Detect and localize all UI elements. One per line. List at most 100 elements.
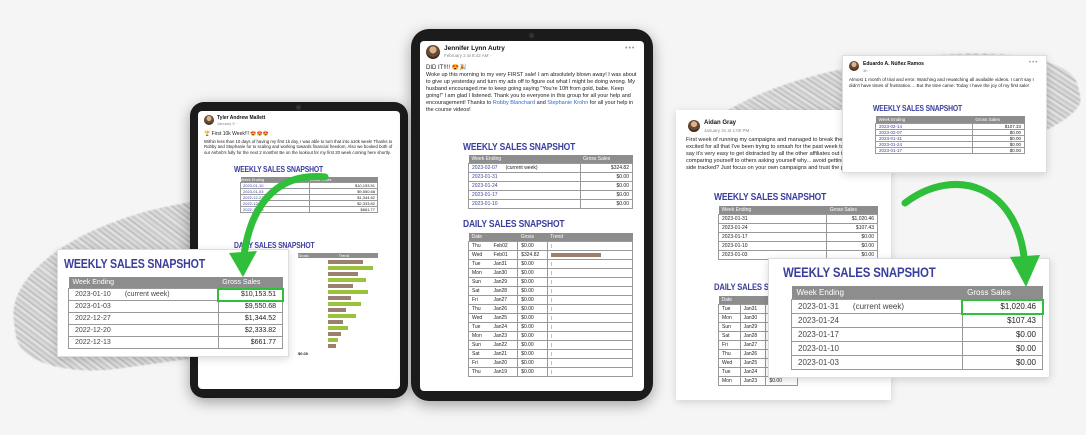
date-cell: Jan28 — [739, 331, 767, 341]
gross-sales-cell: $0.00 — [579, 172, 634, 182]
day-cell: Tue — [468, 259, 491, 269]
gross-cell: $0.00 — [517, 277, 548, 287]
post-text: Woke up this morning to my very FIRST sa… — [426, 72, 637, 114]
trend-bar — [328, 331, 341, 336]
daily-row: Sat Jan28 $0.00 — [468, 286, 634, 296]
trend-cell — [546, 367, 634, 377]
day-cell: Thu — [468, 304, 491, 314]
week-ending-cell: 2023-01-17 — [717, 232, 828, 242]
col-trend: Trend — [547, 233, 633, 242]
date-cell: Jan19 — [490, 367, 519, 377]
center-tablet: Jennifer Lynn Autry February 2 at 8:42 A… — [411, 29, 653, 401]
day-cell: Mon — [718, 313, 741, 323]
date-cell: Jan27 — [490, 295, 519, 305]
more-options-icon[interactable]: ••• — [1029, 60, 1038, 66]
right-zoom-card: WEEKLY SALES SNAPSHOT Week Ending Gross … — [768, 258, 1050, 378]
table-row: 2023-01-17 $0.00 — [468, 190, 634, 200]
day-cell: Sat — [468, 286, 491, 296]
trend-bar — [550, 261, 552, 266]
table-row: 2023-01-31 $1,020.46 — [717, 214, 878, 224]
gross-sales-cell: $107.43 — [826, 223, 878, 233]
daily-row: Tue Jan24 $0.00 — [468, 322, 634, 332]
day-cell: Sun — [468, 277, 491, 287]
trend-bar — [550, 243, 552, 248]
gross-cell: $0.00 — [517, 367, 548, 377]
post-author[interactable]: Eduardo A. Núñez Ramos — [863, 61, 924, 67]
day-cell: Thu — [468, 367, 491, 377]
col-week-ending: Week Ending — [68, 277, 219, 289]
table-row: 2022-12-13 $661.77 — [68, 336, 284, 349]
trend-cell — [546, 313, 634, 323]
week-ending-cell: 2023-02-07 (current week) — [468, 163, 581, 173]
day-cell: Thu — [718, 349, 741, 359]
week-ending-date: 2023-01-03 — [75, 303, 111, 310]
trend-bar-row — [298, 343, 378, 349]
day-cell: Sun — [468, 340, 491, 350]
gross-cell: $0.00 — [517, 313, 548, 323]
gross-cell: $0.00 — [517, 268, 548, 278]
daily-row: Thu Feb02 $0.00 — [468, 241, 634, 251]
post-meta: January 9 · — [217, 121, 238, 126]
trend-bar — [550, 270, 552, 275]
post-author[interactable]: Jennifer Lynn Autry — [444, 45, 505, 52]
trend-cell — [546, 304, 634, 314]
mention-link-1[interactable]: Robby Blanchard — [493, 100, 535, 106]
date-cell: Jan28 — [490, 286, 519, 296]
trend-cell — [546, 295, 634, 305]
date-cell: Jan22 — [490, 340, 519, 350]
col-gross: Gross — [517, 233, 548, 242]
date-cell: Jan23 — [490, 331, 519, 341]
week-ending-cell: 2023-01-10 — [468, 199, 581, 209]
daily-row: Fri Jan27 $0.00 — [468, 295, 634, 305]
daily-row: Wed Jan25 $0.00 — [468, 313, 634, 323]
day-cell: Mon — [468, 268, 491, 278]
gross-cell: $324.82 — [517, 250, 548, 260]
daily-sales-table: Date Gross Trend Thu Feb02 $0.00 Wed Feb01 $3… — [468, 233, 634, 377]
trend-bar — [328, 283, 353, 288]
trend-cell — [546, 250, 634, 260]
post-text: Almost 1 month of trial and error. Watch… — [849, 77, 1034, 88]
trend-cell — [546, 340, 634, 350]
date-cell: Jan27 — [739, 340, 767, 350]
gross-cell: $0.00 — [517, 286, 548, 296]
table-row: 2023-01-17 $0.00 — [717, 232, 878, 242]
gross-sales-cell: $324.82 — [579, 163, 634, 173]
daily-snapshot-table-small: Gross Trend $0.00 — [298, 253, 378, 356]
date-cell: Jan30 — [490, 268, 519, 278]
trend-cell — [546, 268, 634, 278]
current-week-label: (current week) — [124, 291, 170, 298]
col-gross-sales: Gross Sales — [826, 206, 878, 215]
date-cell: Jan31 — [490, 259, 519, 269]
trend-bar — [328, 325, 348, 330]
week-ending-cell: 2022-12-27 — [68, 312, 219, 325]
trend-bar — [550, 288, 552, 293]
week-ending-date: 2022-12-13 — [75, 339, 111, 346]
avatar — [849, 61, 859, 71]
date-cell: Jan26 — [739, 349, 767, 359]
gross-sales-cell: $2,333.82 — [217, 324, 284, 337]
week-ending-date: 2023-02-07 — [472, 165, 498, 171]
trend-bar — [328, 259, 363, 264]
zoom-weekly-table: Week Ending Gross Sales 2023-01-10 (curre… — [68, 277, 284, 349]
trend-bar — [550, 369, 552, 374]
table-row: 2023-01-10 $0.00 — [468, 199, 634, 209]
week-ending-date: 2023-01-31 — [798, 302, 839, 311]
post-text: Within less than 10 days of having my fi… — [204, 139, 393, 155]
gross-sales-cell: $9,550.68 — [217, 300, 284, 313]
daily-row: Sat Jan21 $0.00 — [468, 349, 634, 359]
date-cell: Jan25 — [739, 358, 767, 368]
week-ending-date: 2023-01-03 — [798, 358, 839, 367]
gross-sales-cell: $1,020.46 — [826, 214, 878, 224]
trend-bar — [550, 252, 601, 257]
mention-link-2[interactable]: Stephanie Krohn — [547, 100, 588, 106]
date-cell: Feb02 — [490, 241, 519, 251]
avatar — [688, 120, 700, 132]
post-author[interactable]: Aidan Gray — [704, 120, 736, 126]
date-cell: Jan24 — [739, 367, 767, 377]
weekly-snapshot-title: WEEKLY SALES SNAPSHOT — [463, 142, 576, 153]
col-gross-sales: Gross Sales — [972, 116, 1025, 124]
gross-cell: $0.00 — [517, 331, 548, 341]
zoom-snapshot-title: WEEKLY SALES SNAPSHOT — [64, 257, 206, 271]
week-ending-cell: 2023-01-24 — [468, 181, 581, 191]
more-options-icon[interactable]: ••• — [625, 45, 635, 52]
